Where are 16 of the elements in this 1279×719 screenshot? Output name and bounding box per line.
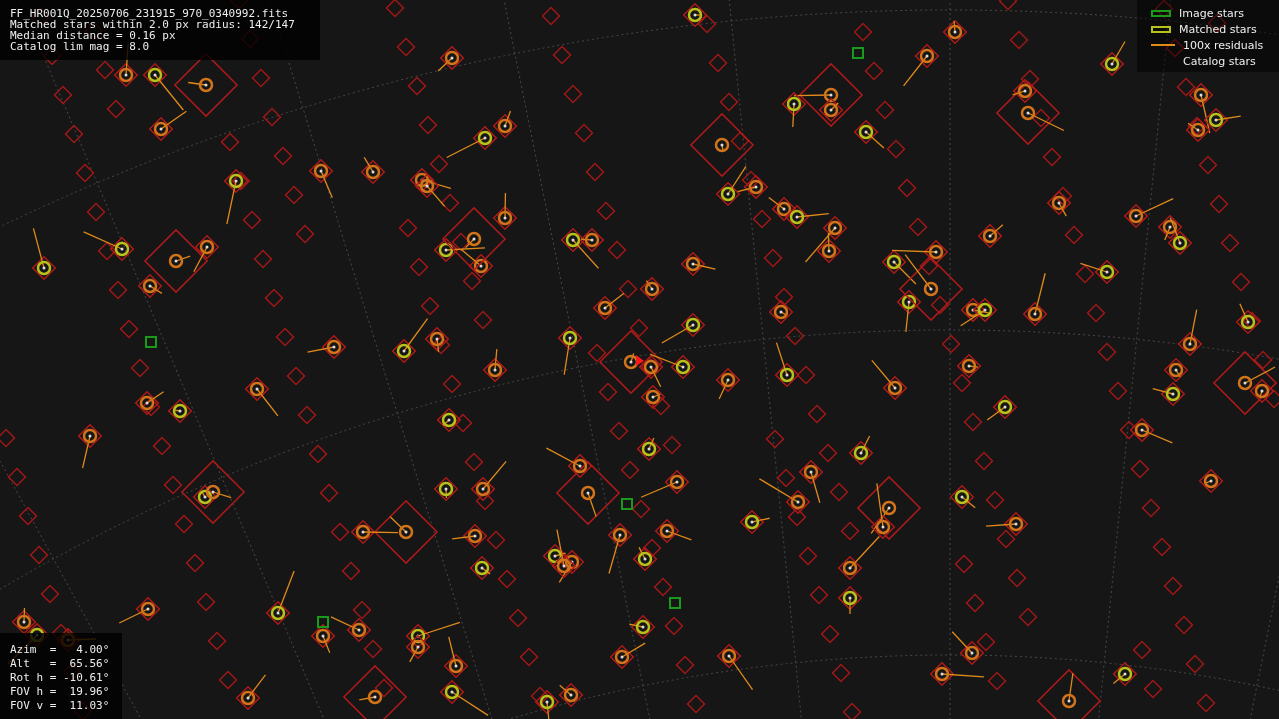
camera-info-text: Rot h = -10.61°	[10, 671, 111, 685]
camera-info-text: Alt = 65.56°	[10, 657, 111, 671]
info-text: Catalog lim mag = 8.0	[10, 41, 151, 52]
matched-star-swatch-icon	[1151, 25, 1171, 33]
image-star-swatch-icon	[1151, 9, 1171, 17]
legend-label: Matched stars	[1179, 22, 1257, 36]
info-text: Matched stars within 2.0 px radius: 142/147	[10, 19, 296, 30]
camera-info-text: FOV v = 11.03°	[10, 699, 111, 713]
camera-info-text: FOV h = 19.96°	[10, 685, 111, 699]
camera-info-text: Azim = 4.00°	[10, 643, 111, 657]
residual-line-icon	[1151, 44, 1175, 46]
legend-label: Catalog stars	[1183, 54, 1256, 68]
info-text: FF_HR001Q_20250706_231915_970_0340992.fits	[10, 8, 290, 19]
info-text: Median distance = 0.16 px	[10, 30, 176, 41]
legend-label: Image stars	[1179, 6, 1244, 20]
legend-label: 100x residuals	[1183, 38, 1264, 52]
